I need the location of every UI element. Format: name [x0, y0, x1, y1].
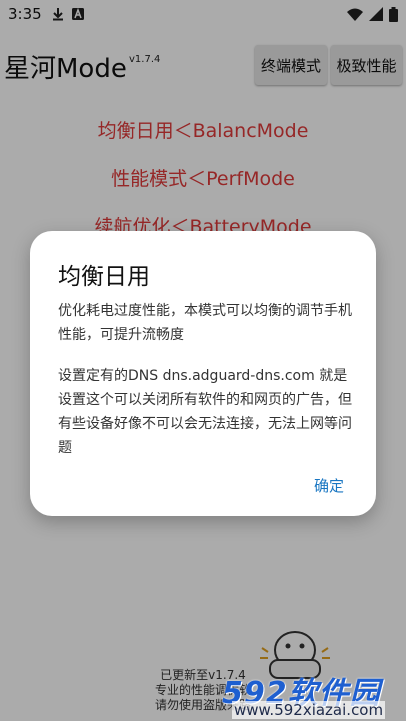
mode-info-dialog: 均衡日用 优化耗电过度性能，本模式可以均衡的调节手机性能，可提升流畅度 设置定有…: [30, 231, 376, 516]
dialog-dns-note: 设置定有的DNS dns.adguard-dns.com 就是设置这个可以关闭所…: [58, 368, 352, 456]
dialog-title: 均衡日用: [58, 264, 150, 290]
dialog-description: 优化耗电过度性能，本模式可以均衡的调节手机性能，可提升流畅度: [58, 303, 352, 343]
site-watermark: 592软件园 www.592xiazai.com: [222, 668, 406, 721]
dialog-confirm-button[interactable]: 确定: [314, 475, 344, 496]
watermark-url: www.592xiazai.com: [232, 701, 386, 719]
